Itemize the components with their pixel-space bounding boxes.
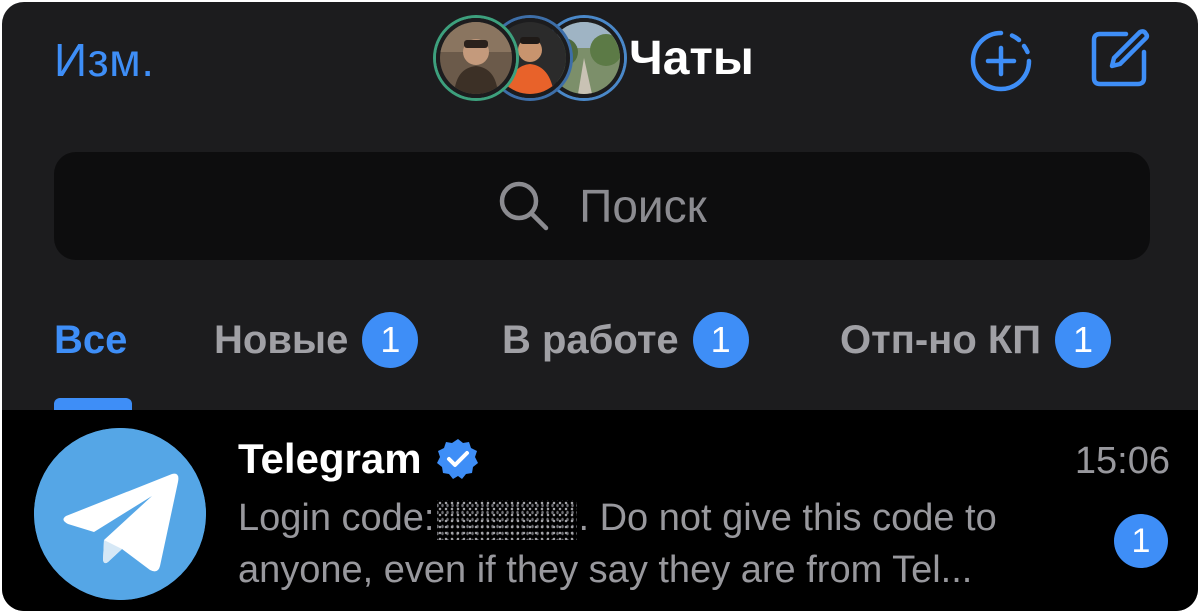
telegram-logo-icon xyxy=(34,428,206,600)
page-title: Чаты xyxy=(629,32,754,85)
tab-label: Новые xyxy=(214,318,349,362)
verified-badge-icon xyxy=(436,439,478,479)
unread-badge: 1 xyxy=(1114,514,1168,568)
tab-label: Все xyxy=(54,318,128,362)
search-placeholder: Поиск xyxy=(579,180,707,232)
header: Изм. Чаты xyxy=(2,2,1198,122)
tab-label: В работе xyxy=(502,318,679,362)
compose-icon xyxy=(1091,29,1150,87)
compose-button[interactable] xyxy=(1086,26,1152,92)
tab-sent-kp[interactable]: Отп-но КП 1 xyxy=(840,310,1112,370)
edit-button[interactable]: Изм. xyxy=(54,32,155,88)
new-story-button[interactable] xyxy=(966,26,1036,96)
search-input[interactable]: Поиск xyxy=(54,152,1150,260)
unread-badge: 1 xyxy=(692,312,749,368)
stories-avatars[interactable] xyxy=(434,18,624,104)
add-circle-dashed-icon xyxy=(970,30,1032,92)
chat-preview-line: anyone, even if they say they are from T… xyxy=(238,549,973,591)
avatar xyxy=(34,428,206,600)
chat-row[interactable]: Telegram 15:06 Login code: . Do not give … xyxy=(2,410,1198,611)
chat-preview-line: Login code: . Do not give this code to xyxy=(238,492,1108,544)
avatar-photo xyxy=(440,22,512,94)
unread-badge: 1 xyxy=(362,312,419,368)
preview-text: . Do not give this code to xyxy=(578,497,997,539)
app-window: Изм. Чаты Поиск Все Новые 1 В работе 1 О… xyxy=(2,2,1198,611)
story-avatar[interactable] xyxy=(436,18,516,98)
active-tab-indicator xyxy=(54,398,132,410)
tab-in-work[interactable]: В работе 1 xyxy=(502,310,749,370)
folder-tabs: Все Новые 1 В работе 1 Отп-но КП 1 xyxy=(2,292,1198,410)
tab-new[interactable]: Новые 1 xyxy=(214,310,419,370)
unread-badge: 1 xyxy=(1055,312,1112,368)
search-icon xyxy=(500,181,549,231)
tab-label: Отп-но КП xyxy=(840,318,1042,362)
preview-text: Login code: xyxy=(238,497,435,539)
chat-time: 15:06 xyxy=(1074,440,1170,482)
search-content: Поиск xyxy=(54,152,1150,260)
chat-list: Telegram 15:06 Login code: . Do not give … xyxy=(2,410,1198,611)
tab-all[interactable]: Все xyxy=(54,310,127,370)
chat-title: Telegram xyxy=(238,432,480,486)
chat-preview: Login code: . Do not give this code to an… xyxy=(238,492,1108,596)
spoiler-redacted[interactable] xyxy=(436,499,577,540)
chat-name: Telegram xyxy=(238,435,422,482)
